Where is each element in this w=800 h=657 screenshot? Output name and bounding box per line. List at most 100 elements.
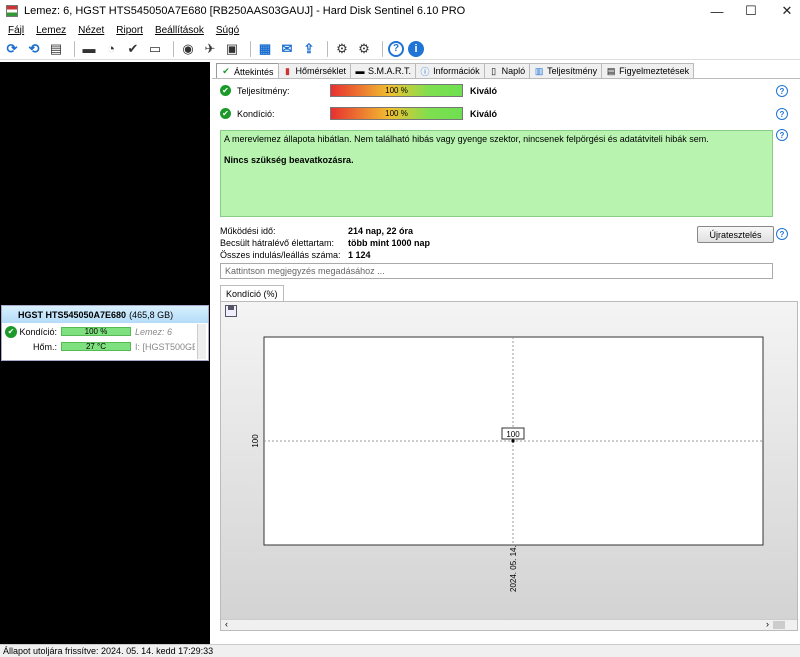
status-action: Nincs szükség beavatkozásra.	[224, 155, 354, 165]
tools-icon[interactable]: ✈	[201, 40, 219, 58]
window-title: Lemez: 6, HGST HTS545050A7E680 [RB250AAS…	[24, 5, 466, 17]
check-icon: ✔	[220, 108, 231, 119]
toolbar-separator	[173, 40, 174, 57]
network-icon[interactable]: ◉	[179, 40, 197, 58]
tab-alerts[interactable]: ▤ Figyelmeztetések	[601, 63, 695, 78]
menu-view[interactable]: Nézet	[72, 25, 110, 36]
settings-gear-icon[interactable]: ⚙	[333, 40, 351, 58]
tab-temperature[interactable]: ▮ Hőmérséklet	[277, 63, 352, 78]
help-icon[interactable]: ?	[776, 129, 788, 141]
title-bar: Lemez: 6, HGST HTS545050A7E680 [RB250AAS…	[0, 0, 800, 22]
note-input[interactable]: Kattintson megjegyzés megadásához ...	[220, 263, 773, 279]
disk-condition-bar: 100 %	[61, 327, 131, 336]
info-icon[interactable]: i	[408, 40, 424, 57]
check-icon: ✔	[5, 325, 17, 338]
menu-report[interactable]: Riport	[110, 25, 149, 36]
condition-bar: 100 %	[330, 107, 463, 120]
disk-test-icon[interactable]: ▬	[80, 40, 98, 58]
chart-hscrollbar[interactable]: ‹ ›	[221, 619, 797, 630]
refresh-icon[interactable]: ⟳	[3, 40, 21, 58]
app-icon	[6, 5, 18, 17]
info-icon: ⓘ	[420, 66, 430, 77]
help-icon[interactable]: ?	[776, 228, 788, 240]
data-point	[511, 439, 515, 443]
performance-bar: 100 %	[330, 84, 463, 97]
y-tick-label: 100	[251, 434, 260, 448]
disk-number: Lemez: 6	[135, 326, 173, 337]
condition-label: Kondíció:	[237, 108, 275, 119]
info-row: Működési idő: 214 nap, 22 óra	[220, 225, 430, 237]
tab-smart[interactable]: ▬ S.M.A.R.T.	[350, 63, 417, 78]
toolbar-separator	[250, 40, 251, 57]
disk-temp-row: Hőm.: 27 °C I: [HGST500GB-B	[2, 340, 208, 353]
performance-row: ✔ Teljesítmény: 100 % Kiváló	[220, 84, 497, 97]
chart-tab-condition[interactable]: Kondíció (%)	[220, 285, 284, 301]
toolbar-separator	[327, 40, 328, 57]
info-row: Becsült hátralévő élettartam: több mint …	[220, 237, 430, 249]
info-row: Összes indulás/leállás száma: 1 124	[220, 249, 430, 261]
tab-label: S.M.A.R.T.	[368, 66, 412, 76]
report-icon[interactable]: ▣	[223, 40, 241, 58]
menu-help[interactable]: Súgó	[210, 25, 245, 36]
disk-condition-row: ✔ Kondíció: 100 % Lemez: 6	[2, 325, 208, 338]
info-label: Működési idő:	[220, 226, 276, 236]
disk-temp-bar: 27 °C	[61, 342, 131, 351]
thermometer-icon: ▮	[285, 65, 290, 76]
info-label: Összes indulás/leállás száma:	[220, 250, 341, 260]
menu-file[interactable]: Fájl	[2, 25, 30, 36]
disk-list-pane: HGST HTS545050A7E680 (465,8 GB) ✔ Kondíc…	[0, 62, 210, 644]
status-description: A merevlemez állapota hibátlan. Nem talá…	[220, 130, 773, 217]
toolbar: ⟳ ⟲ ▤ ▬ ◔ ✔ ▭ ◉ ✈ ▣ ▦ ✉ ⇪ ⚙ ⚙ ? i	[0, 38, 800, 60]
menu-settings[interactable]: Beállítások	[149, 25, 210, 36]
document-icon: ▯	[491, 65, 497, 76]
info-value: 1 124	[348, 250, 371, 260]
retest-button[interactable]: Újratesztelés	[697, 226, 774, 243]
tab-overview[interactable]: ✔ Áttekintés	[216, 63, 279, 79]
check-icon: ✔	[222, 66, 230, 76]
disk-condition-label: Kondíció:	[19, 326, 57, 337]
x-tick-label: 2024. 05. 14.	[509, 545, 518, 592]
data-label: 100	[506, 430, 520, 439]
tab-performance[interactable]: ▥ Teljesítmény	[529, 63, 603, 78]
disk-ok-icon[interactable]: ✔	[124, 40, 142, 58]
condition-row: ✔ Kondíció: 100 % Kiváló	[220, 107, 497, 120]
disk-list-icon[interactable]: ▤	[47, 40, 65, 58]
help-icon[interactable]: ?	[776, 108, 788, 120]
disk-icon: ▬	[355, 66, 365, 76]
main-pane: ✔ Áttekintés ▮ Hőmérséklet ▬ S.M.A.R.T. …	[212, 62, 800, 644]
disk-card-header: HGST HTS545050A7E680 (465,8 GB)	[2, 306, 208, 323]
disk-schedule-icon[interactable]: ◔	[102, 40, 120, 58]
menu-bar: Fájl Lemez Nézet Riport Beállítások Súgó	[0, 22, 800, 38]
check-icon: ✔	[220, 85, 231, 96]
help-icon[interactable]: ?	[776, 85, 788, 97]
tab-information[interactable]: ⓘ Információk	[415, 63, 485, 78]
disk-name: HGST HTS545050A7E680	[18, 309, 127, 320]
tab-label: Napló	[501, 66, 526, 76]
scroll-left-icon[interactable]: ‹	[225, 619, 228, 629]
tab-log[interactable]: ▯ Napló	[483, 63, 531, 78]
tab-label: Teljesítmény	[547, 66, 598, 76]
close-button[interactable]: ✕	[764, 0, 800, 22]
status-bar: Állapot utoljára frissítve: 2024. 05. 14…	[0, 644, 800, 657]
chart-icon: ▥	[534, 65, 544, 76]
disk-info: Működési idő: 214 nap, 22 óra Becsült há…	[220, 225, 430, 261]
toolbar-separator	[74, 40, 75, 57]
disk-card[interactable]: HGST HTS545050A7E680 (465,8 GB) ✔ Kondíc…	[1, 305, 209, 361]
info-label: Becsült hátralévő élettartam:	[220, 238, 335, 248]
chart-area: 100 100 2024. 05. 14. ‹ ›	[220, 301, 798, 631]
mail-icon[interactable]: ✉	[278, 40, 296, 58]
document-icon[interactable]: ▦	[256, 40, 274, 58]
disk-card-scrollbar[interactable]	[197, 324, 206, 359]
settings-disk-icon[interactable]: ⚙	[355, 40, 373, 58]
menu-disk[interactable]: Lemez	[30, 25, 72, 36]
scroll-right-icon[interactable]: ›	[766, 619, 769, 629]
performance-rating: Kiváló	[470, 85, 498, 96]
scroll-thumb[interactable]	[773, 621, 785, 629]
disk-tool-icon[interactable]: ▭	[146, 40, 164, 58]
condition-rating: Kiváló	[470, 108, 498, 119]
refresh-all-icon[interactable]: ⟲	[25, 40, 43, 58]
help-icon[interactable]: ?	[388, 40, 404, 57]
send-icon[interactable]: ⇪	[300, 40, 318, 58]
alert-icon: ▤	[606, 65, 616, 76]
disk-size: (465,8 GB)	[129, 309, 174, 320]
